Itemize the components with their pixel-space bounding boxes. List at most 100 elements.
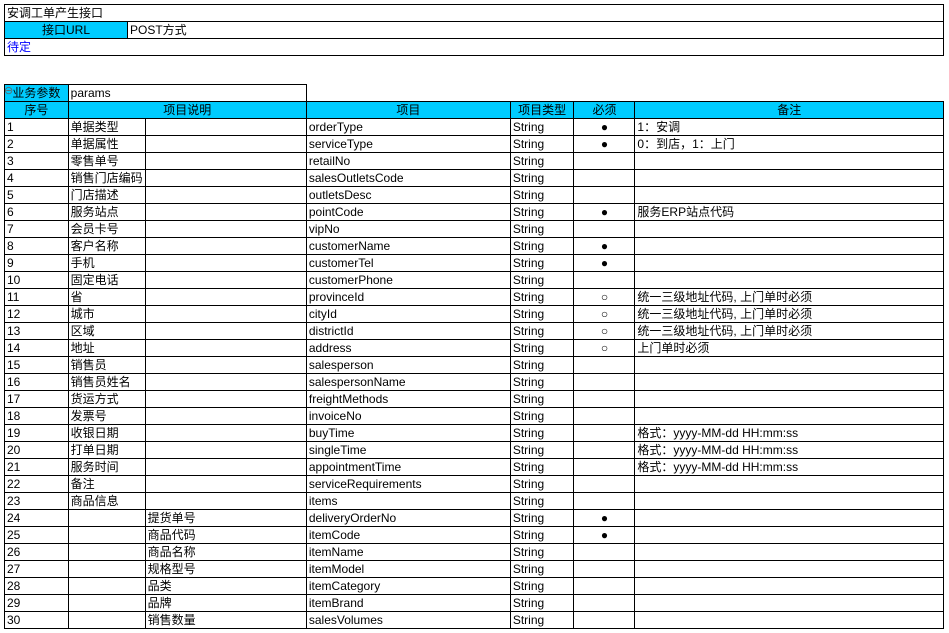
table-row: 1单据类型orderTypeString●1：安调 — [5, 119, 944, 136]
cell-type: String — [510, 459, 574, 476]
cell-item: salesOutletsCode — [306, 170, 510, 187]
cell-remark: 格式：yyyy-MM-dd HH:mm:ss — [635, 442, 944, 459]
cell-desc2 — [145, 255, 306, 272]
cell-type: String — [510, 170, 574, 187]
cell-must — [574, 476, 635, 493]
cell-item: address — [306, 340, 510, 357]
cell-desc2 — [145, 136, 306, 153]
cell-seq: 6 — [5, 204, 69, 221]
cell-remark — [635, 374, 944, 391]
cell-must — [574, 544, 635, 561]
table-row: 25商品代码itemCodeString● — [5, 527, 944, 544]
cell-remark: 统一三级地址代码, 上门单时必须 — [635, 289, 944, 306]
cell-desc1: 销售员姓名 — [68, 374, 145, 391]
cell-must — [574, 170, 635, 187]
cell-type: String — [510, 493, 574, 510]
cell-desc2 — [145, 493, 306, 510]
table-row: 4销售门店编码salesOutletsCodeString — [5, 170, 944, 187]
cell-must: ● — [574, 255, 635, 272]
table-row: 15销售员salespersonString — [5, 357, 944, 374]
cell-desc2 — [145, 306, 306, 323]
cell-desc1 — [68, 527, 145, 544]
cell-item: provinceId — [306, 289, 510, 306]
cell-remark — [635, 493, 944, 510]
cell-desc1: 商品信息 — [68, 493, 145, 510]
cell-desc2: 提货单号 — [145, 510, 306, 527]
cell-must: ● — [574, 510, 635, 527]
cell-desc1: 发票号 — [68, 408, 145, 425]
cell-desc2: 品类 — [145, 578, 306, 595]
table-row: 16销售员姓名salespersonNameString — [5, 374, 944, 391]
cell-must — [574, 561, 635, 578]
table-row: 23商品信息itemsString — [5, 493, 944, 510]
cell-must: ● — [574, 204, 635, 221]
cell-desc2 — [145, 340, 306, 357]
cell-remark: 格式：yyyy-MM-dd HH:mm:ss — [635, 425, 944, 442]
cell-must — [574, 374, 635, 391]
cell-type: String — [510, 476, 574, 493]
cell-seq: 25 — [5, 527, 69, 544]
cell-item: customerName — [306, 238, 510, 255]
cell-desc2 — [145, 374, 306, 391]
cell-desc1: 单据属性 — [68, 136, 145, 153]
table-row: 6服务站点pointCodeString●服务ERP站点代码 — [5, 204, 944, 221]
outline-mark-icon: ⊖ — [4, 84, 13, 97]
cell-desc1: 手机 — [68, 255, 145, 272]
cell-remark — [635, 612, 944, 629]
cell-type: String — [510, 408, 574, 425]
cell-type: String — [510, 136, 574, 153]
cell-desc2 — [145, 204, 306, 221]
cell-item: items — [306, 493, 510, 510]
table-row: 21服务时间appointmentTimeString格式：yyyy-MM-dd… — [5, 459, 944, 476]
cell-seq: 4 — [5, 170, 69, 187]
cell-item: salesperson — [306, 357, 510, 374]
cell-seq: 19 — [5, 425, 69, 442]
cell-item: itemName — [306, 544, 510, 561]
cell-must — [574, 187, 635, 204]
cell-item: itemCode — [306, 527, 510, 544]
cell-must: ● — [574, 119, 635, 136]
cell-desc2 — [145, 272, 306, 289]
cell-type: String — [510, 340, 574, 357]
cell-must: ● — [574, 527, 635, 544]
cell-remark — [635, 391, 944, 408]
cell-type: String — [510, 442, 574, 459]
cell-must: ○ — [574, 289, 635, 306]
cell-desc2: 商品代码 — [145, 527, 306, 544]
table-row: 12城市cityIdString○统一三级地址代码, 上门单时必须 — [5, 306, 944, 323]
cell-must — [574, 578, 635, 595]
cell-seq: 29 — [5, 595, 69, 612]
cell-type: String — [510, 272, 574, 289]
cell-desc1: 货运方式 — [68, 391, 145, 408]
cell-item: retailNo — [306, 153, 510, 170]
cell-must: ● — [574, 136, 635, 153]
cell-type: String — [510, 595, 574, 612]
cell-must — [574, 408, 635, 425]
cell-remark — [635, 153, 944, 170]
table-row: 3零售单号retailNoString — [5, 153, 944, 170]
cell-remark — [635, 578, 944, 595]
cell-remark — [635, 170, 944, 187]
cell-remark — [635, 408, 944, 425]
cell-type: String — [510, 289, 574, 306]
cell-remark: 上门单时必须 — [635, 340, 944, 357]
cell-seq: 2 — [5, 136, 69, 153]
cell-remark: 格式：yyyy-MM-dd HH:mm:ss — [635, 459, 944, 476]
cell-item: vipNo — [306, 221, 510, 238]
cell-desc2 — [145, 153, 306, 170]
cell-type: String — [510, 221, 574, 238]
page-title: 安调工单产生接口 — [5, 5, 944, 22]
cell-must — [574, 493, 635, 510]
cell-remark — [635, 272, 944, 289]
table-row: 18发票号invoiceNoString — [5, 408, 944, 425]
cell-seq: 28 — [5, 578, 69, 595]
cell-item: salespersonName — [306, 374, 510, 391]
cell-desc1: 服务时间 — [68, 459, 145, 476]
cell-desc2: 商品名称 — [145, 544, 306, 561]
cell-remark — [635, 187, 944, 204]
cell-remark — [635, 595, 944, 612]
cell-desc1: 省 — [68, 289, 145, 306]
cell-remark: 统一三级地址代码, 上门单时必须 — [635, 323, 944, 340]
table-row: 10固定电话customerPhoneString — [5, 272, 944, 289]
cell-must — [574, 442, 635, 459]
